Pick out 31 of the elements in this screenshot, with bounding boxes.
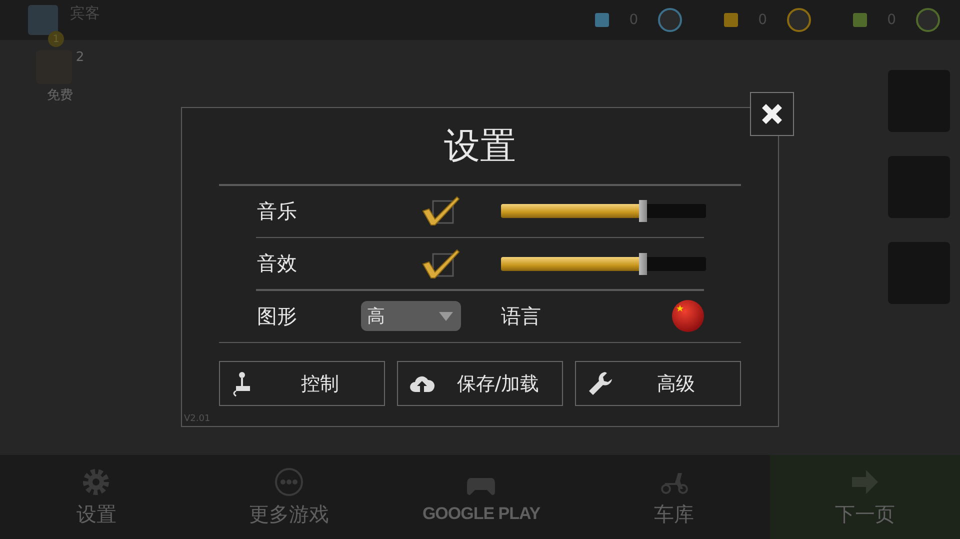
graphics-dropdown[interactable]: 高 xyxy=(361,301,461,331)
more-icon xyxy=(274,466,304,496)
dialog-button[interactable]: 控制 xyxy=(219,361,385,406)
checkbox[interactable] xyxy=(421,195,461,227)
close-button[interactable] xyxy=(750,92,794,136)
setting-label: 音乐 xyxy=(257,198,298,224)
setting-label: 图形 xyxy=(257,302,298,330)
gift-label: 免费 xyxy=(47,87,73,104)
setting-label: 语言 xyxy=(501,302,542,330)
nav-button[interactable]: 下一页 xyxy=(770,455,960,539)
slider-thumb[interactable] xyxy=(639,252,648,274)
add-icon[interactable] xyxy=(724,13,738,27)
dropdown-caret-icon xyxy=(439,312,453,320)
dialog-button[interactable]: 高级 xyxy=(575,361,741,406)
coin-icon xyxy=(658,8,682,32)
nav-button[interactable]: GOOGLE PLAY xyxy=(385,455,578,539)
add-icon[interactable] xyxy=(595,13,610,27)
gear-icon xyxy=(81,466,112,496)
nav-button[interactable]: 更多游戏 xyxy=(192,455,385,539)
checkbox[interactable] xyxy=(421,248,461,280)
coin-icon xyxy=(916,8,940,32)
flag-ball-icon[interactable] xyxy=(671,299,705,333)
dialog-button[interactable]: 保存/加载 xyxy=(397,361,563,406)
nav-button[interactable]: 车库 xyxy=(578,455,770,539)
setting-label: 音效 xyxy=(257,250,298,277)
add-icon[interactable] xyxy=(853,13,868,27)
gift-count: 2 xyxy=(76,50,84,65)
slider-thumb[interactable] xyxy=(639,200,648,222)
nav-button[interactable]: 设置 xyxy=(0,455,192,539)
coin-icon xyxy=(787,8,812,32)
dialog-title: 设置 xyxy=(444,125,516,169)
